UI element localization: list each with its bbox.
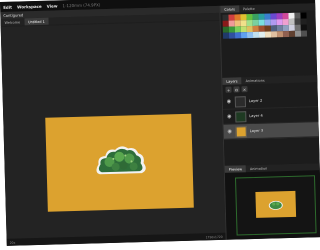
tab-colors[interactable]: Colors	[220, 5, 240, 13]
artboard[interactable]	[45, 113, 194, 212]
bush-sprite[interactable]	[45, 114, 194, 212]
menu-workspace[interactable]: Workspace	[17, 3, 42, 9]
right-dock: Colors Palette Layers Animations + ⧉ ✕ ◉…	[219, 3, 320, 240]
zoom-level: 20x	[9, 240, 16, 245]
preview-viewport	[234, 175, 317, 236]
layers-panel: Layers Animations + ⧉ ✕ ◉ Layer 2 ◉ Laye…	[222, 75, 320, 166]
add-layer-icon[interactable]: +	[225, 86, 232, 93]
layer-thumbnail	[234, 95, 247, 107]
eye-icon[interactable]: ◉	[226, 114, 232, 120]
menu-view[interactable]: View	[47, 3, 58, 8]
bush-sprite-preview	[268, 200, 283, 210]
layer-thumbnail	[235, 125, 247, 137]
app-window: Edit Workspace View 1-120mm (74.9PX) – □…	[0, 0, 320, 246]
tab-preview[interactable]: Preview	[224, 165, 247, 173]
layer-name: Layer 4	[249, 113, 263, 119]
canvas-size: 1796x1720	[205, 234, 223, 239]
preview-artboard	[255, 190, 297, 218]
eye-icon[interactable]: ◉	[227, 129, 233, 135]
canvas-viewport[interactable]	[0, 20, 226, 239]
preview-tabs: Preview Animation	[224, 163, 320, 173]
tab-welcome[interactable]: Welcome	[0, 18, 24, 26]
tab-animation[interactable]: Animation	[246, 164, 271, 172]
color-swatch[interactable]	[300, 30, 308, 37]
layer-thumbnail	[235, 110, 247, 122]
tab-animations[interactable]: Animations	[241, 77, 268, 85]
tab-palette[interactable]: Palette	[239, 5, 259, 13]
layer-row[interactable]: ◉ Layer 3	[223, 122, 319, 140]
tab-layers[interactable]: Layers	[222, 77, 242, 85]
layer-name: Layer 3	[249, 128, 264, 134]
color-swatch-grid	[220, 10, 316, 41]
menu-edit[interactable]: Edit	[3, 4, 12, 9]
zoom-readout: 1-120mm (74.9PX)	[62, 1, 101, 8]
tab-untitled-1[interactable]: Untitled 1	[23, 17, 49, 26]
eye-icon[interactable]: ◉	[226, 99, 232, 105]
preview-panel: Preview Animation	[224, 163, 320, 240]
delete-layer-icon[interactable]: ✕	[241, 86, 248, 93]
layer-name: Layer 2	[248, 98, 263, 104]
canvas-panel: Contigured Welcome Untitled 1 20x 1796x1…	[0, 5, 226, 246]
duplicate-layer-icon[interactable]: ⧉	[233, 86, 240, 93]
